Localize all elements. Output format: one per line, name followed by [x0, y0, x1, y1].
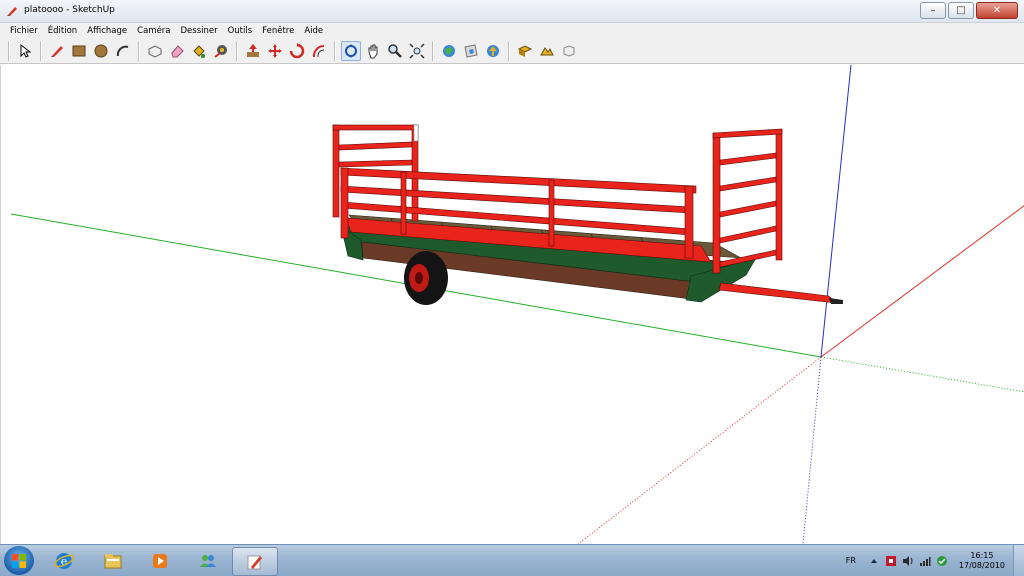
menu-bar: Fichier Édition Affichage Caméra Dessine…: [0, 23, 1024, 38]
toolbar-separator: [432, 40, 434, 61]
get-models-icon[interactable]: [439, 41, 459, 61]
menu-dessiner[interactable]: Dessiner: [181, 26, 218, 36]
volume-icon[interactable]: [902, 554, 915, 567]
move-icon[interactable]: [265, 41, 285, 61]
network-icon[interactable]: [919, 554, 932, 567]
red-axis-solid: [820, 205, 1024, 358]
blue-axis-solid: [820, 64, 852, 358]
trailer-model: [332, 124, 843, 305]
menu-affichage[interactable]: Affichage: [87, 26, 127, 36]
share-model-icon[interactable]: [461, 41, 481, 61]
eraser-icon[interactable]: [167, 41, 187, 61]
select-icon[interactable]: [15, 41, 35, 61]
offset-icon[interactable]: [309, 41, 329, 61]
make-component-icon[interactable]: [145, 41, 165, 61]
toolbar-separator: [236, 40, 238, 61]
menu-fichier[interactable]: Fichier: [10, 26, 38, 36]
sketchup-app-icon: [7, 7, 17, 16]
language-indicator[interactable]: FR: [846, 556, 856, 565]
show-hidden-icons-icon[interactable]: [868, 554, 881, 567]
window-title: platoooo - SketchUp: [24, 5, 115, 15]
clock-date: 17/08/2010: [958, 560, 1005, 570]
circle-icon[interactable]: [91, 41, 111, 61]
zoom-icon[interactable]: [385, 41, 405, 61]
menu-edition[interactable]: Édition: [48, 26, 77, 36]
menu-outils[interactable]: Outils: [228, 26, 253, 36]
window-controls: – □ ✕: [918, 2, 1018, 19]
title-bar: platoooo - SketchUp – □ ✕: [0, 0, 1024, 23]
rectangle-icon[interactable]: [69, 41, 89, 61]
trailer-drawbar: [718, 282, 837, 304]
clock[interactable]: 16:15 17/08/2010: [959, 551, 1005, 571]
show-desktop-button[interactable]: [1013, 545, 1024, 576]
google-earth-icon[interactable]: [559, 41, 579, 61]
toolbar-grip: [8, 40, 10, 61]
push-pull-icon[interactable]: [243, 41, 263, 61]
menu-aide[interactable]: Aide: [304, 26, 323, 36]
menu-fenetre[interactable]: Fenêtre: [262, 26, 294, 36]
toggle-terrain-icon[interactable]: [537, 41, 557, 61]
toolbar-separator: [334, 40, 336, 61]
sketchup-icon[interactable]: [232, 547, 278, 576]
messenger-icon[interactable]: [186, 547, 230, 574]
antivirus-icon[interactable]: [885, 554, 898, 567]
zoom-extents-icon[interactable]: [407, 41, 427, 61]
pencil-icon[interactable]: [47, 41, 67, 61]
taskbar: e FR 16:15 17/08/2010: [0, 544, 1024, 576]
menu-camera[interactable]: Caméra: [137, 26, 170, 36]
media-player-icon[interactable]: [138, 547, 182, 574]
orbit-icon[interactable]: [341, 40, 361, 61]
windows-logo-icon: [12, 553, 26, 568]
tape-measure-icon[interactable]: [211, 41, 231, 61]
maximize-button[interactable]: □: [948, 2, 974, 19]
rotate-icon[interactable]: [287, 41, 307, 61]
upload-icon[interactable]: [483, 41, 503, 61]
trailer-wheel: [404, 251, 448, 305]
toolbar-separator: [508, 40, 510, 61]
start-button[interactable]: [4, 546, 34, 575]
add-location-icon[interactable]: [515, 41, 535, 61]
minimize-button[interactable]: –: [920, 2, 946, 19]
arc-icon[interactable]: [113, 41, 133, 61]
axis-lines: [10, 64, 1024, 545]
red-axis-dotted: [577, 356, 822, 545]
drawbar-hitch: [829, 298, 843, 304]
scene-canvas: [10, 64, 1024, 545]
toolbar-separator: [138, 40, 140, 61]
toolbar-separator: [40, 40, 42, 61]
green-axis-dotted: [820, 356, 1024, 393]
file-explorer-icon[interactable]: [91, 547, 135, 574]
blue-axis-dotted: [802, 356, 822, 545]
main-toolbar: [0, 38, 1024, 64]
pan-icon[interactable]: [363, 41, 383, 61]
system-tray: FR 16:15 17/08/2010: [846, 545, 1024, 576]
close-button[interactable]: ✕: [976, 2, 1018, 19]
paint-bucket-icon[interactable]: [189, 41, 209, 61]
drawing-viewport[interactable]: [0, 64, 1024, 545]
action-center-icon[interactable]: [936, 554, 949, 567]
internet-explorer-icon[interactable]: e: [42, 547, 86, 574]
clock-time: 16:15: [970, 550, 994, 560]
